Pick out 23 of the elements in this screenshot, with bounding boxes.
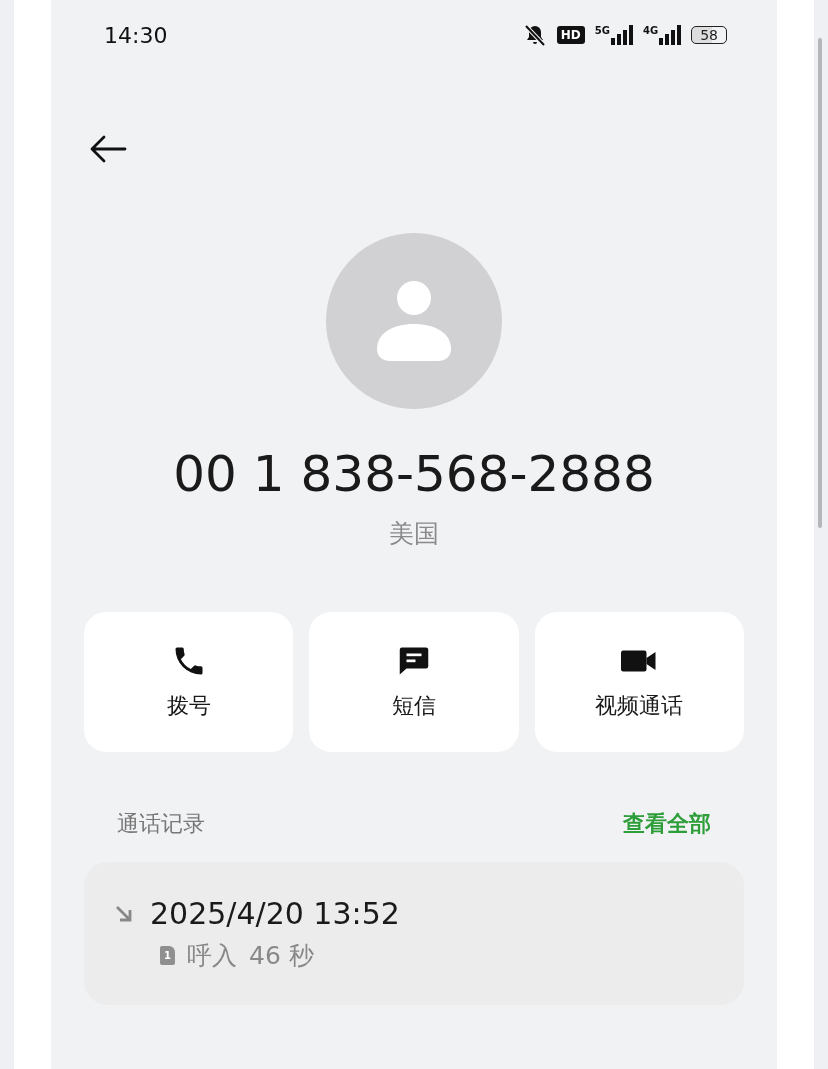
call-datetime: 2025/4/20 13:52: [150, 896, 400, 931]
signal-icon: [659, 25, 682, 45]
status-time: 14:30: [104, 22, 168, 48]
section-title: 通话记录: [117, 810, 205, 838]
scrollbar[interactable]: [818, 38, 822, 528]
muted-bell-icon: [522, 23, 547, 47]
network-label: 5G: [594, 25, 610, 36]
battery-indicator: 58: [691, 26, 727, 44]
call-type: 呼入: [187, 940, 237, 972]
network-label: 4G: [643, 25, 659, 36]
dial-button[interactable]: 拨号: [84, 612, 294, 752]
sim-badge: 1: [160, 946, 175, 965]
signal-icon: [611, 25, 633, 45]
phone-number: 00 1 838-568-2888: [173, 445, 655, 503]
call-record-card[interactable]: 2025/4/20 13:52 1 呼入 46 秒: [84, 862, 744, 1005]
call-duration: 46 秒: [249, 940, 314, 972]
back-arrow-icon[interactable]: [89, 135, 127, 163]
avatar-icon: [326, 233, 502, 409]
region-label: 美国: [389, 518, 439, 550]
hd-badge: HD: [556, 26, 585, 44]
message-button[interactable]: 短信: [309, 612, 519, 752]
incoming-arrow-icon: [114, 903, 134, 924]
video-call-button[interactable]: 视频通话: [534, 612, 744, 752]
